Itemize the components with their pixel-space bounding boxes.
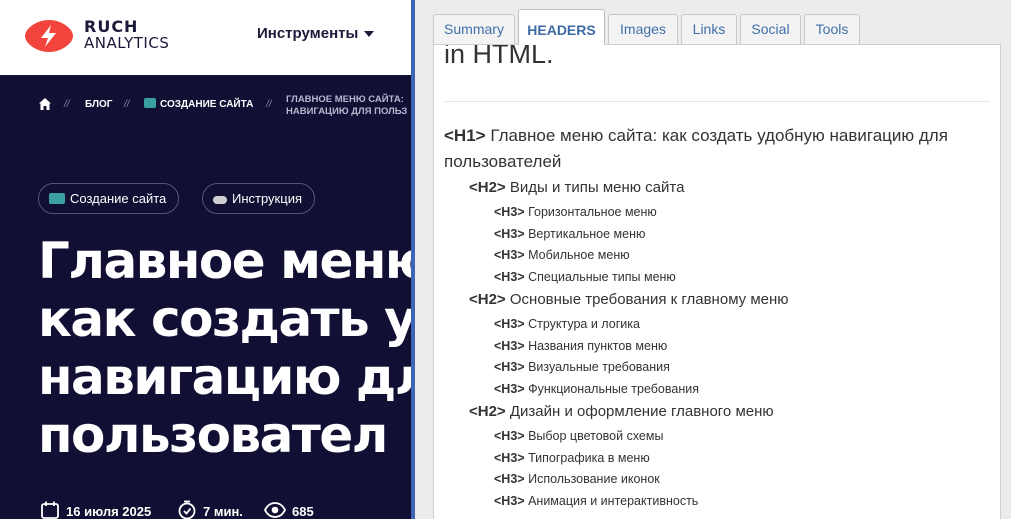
tag-label: Инструкция <box>232 191 302 206</box>
heading-h3[interactable]: <H3> Функциональные требования <box>494 380 699 398</box>
read-time: 7 мин. <box>177 500 243 519</box>
tab-tools[interactable]: Tools <box>804 14 860 44</box>
breadcrumb-blog[interactable]: БЛОГ <box>85 99 112 110</box>
breadcrumb-separator: // <box>64 99 70 110</box>
heading-tag: <H3> <box>494 270 525 284</box>
views-count: 685 <box>263 500 314 519</box>
heading-text: Структура и логика <box>528 317 640 331</box>
tab-social[interactable]: Social <box>740 14 801 44</box>
intro-text: in HTML. <box>444 44 554 69</box>
heading-tag: <H3> <box>494 382 525 396</box>
heading-text: Визуальные требования <box>528 360 670 374</box>
heading-text: Названия пунктов меню <box>528 339 668 353</box>
home-icon[interactable] <box>38 97 52 111</box>
breadcrumb-category[interactable]: СОЗДАНИЕ САЙТА <box>160 99 253 110</box>
publish-date: 16 июля 2025 <box>40 500 151 519</box>
eye-icon <box>263 502 287 518</box>
heading-h3[interactable]: <H3> Выбор цветовой схемы <box>494 427 663 445</box>
tab-summary[interactable]: Summary <box>433 14 515 44</box>
article-title: Главное меню как создать у навигацию дл … <box>38 232 411 464</box>
publish-date-text: 16 июля 2025 <box>66 504 152 519</box>
breadcrumb-current: ГЛАВНОЕ МЕНЮ САЙТА: НАВИГАЦИЮ ДЛЯ ПОЛЬЗ <box>286 94 411 118</box>
heading-text: Мобильное меню <box>528 248 630 262</box>
title-line: Главное меню <box>38 232 411 290</box>
heading-text: Виды и типы меню сайта <box>509 179 685 196</box>
laptop-emoji-icon <box>144 98 156 108</box>
calendar-icon <box>41 501 59 519</box>
heading-tag: <H3> <box>494 494 525 508</box>
heading-tag: <H2> <box>469 179 506 196</box>
heading-text: Главное меню сайта: как создать удобную … <box>444 126 948 171</box>
heading-h3[interactable]: <H3> Названия пунктов меню <box>494 337 667 355</box>
heading-text: Основные требования к главному меню <box>509 291 789 308</box>
heading-h3[interactable]: <H3> Структура и логика <box>494 315 640 333</box>
laptop-emoji-icon <box>49 193 65 204</box>
heading-text: Анимация и интерактивность <box>528 494 699 508</box>
title-line: пользовател <box>38 406 388 464</box>
logo-line2: ANALYTICS <box>84 34 170 52</box>
timer-icon <box>178 500 196 519</box>
read-time-text: 7 мин. <box>203 504 243 519</box>
tab-links[interactable]: Links <box>681 14 737 44</box>
heading-tag: <H3> <box>494 451 525 465</box>
heading-tag: <H3> <box>494 205 525 219</box>
site-header: RUСH ANALYTICS Инструменты <box>0 0 411 75</box>
logo-line1: RUСH <box>84 17 139 36</box>
breadcrumb: // БЛОГ // СОЗДАНИЕ САЙТА // ГЛАВНОЕ МЕН… <box>38 94 411 123</box>
heading-tag: <H3> <box>494 360 525 374</box>
website-page: RUСH ANALYTICS Инструменты // БЛОГ // СО… <box>0 0 411 519</box>
breadcrumb-separator: // <box>124 99 130 110</box>
heading-tag: <H3> <box>494 248 525 262</box>
content-divider <box>444 101 990 102</box>
heading-text: Использование иконок <box>528 472 660 486</box>
heading-text: Вертикальное меню <box>528 227 646 241</box>
heading-tag: <H3> <box>494 472 525 486</box>
tools-menu[interactable]: Инструменты <box>257 25 375 42</box>
heading-tag: <H3> <box>494 317 525 331</box>
heading-h3[interactable]: <H3> Типографика в меню <box>494 449 650 467</box>
heading-text: Горизонтальное меню <box>528 205 657 219</box>
heading-h3[interactable]: <H3> Мобильное меню <box>494 246 630 264</box>
title-line: как создать у <box>38 290 411 348</box>
lightning-logo-icon <box>25 20 73 52</box>
seo-extension-panel: Summary HEADERS Images Links Social Tool… <box>415 0 1011 519</box>
heading-tag: <H2> <box>469 291 506 308</box>
heading-h3[interactable]: <H3> Визуальные требования <box>494 358 670 376</box>
heading-text: Дизайн и оформление главного меню <box>509 403 774 420</box>
caret-down-icon <box>364 31 375 38</box>
heading-text: Типографика в меню <box>528 451 650 465</box>
heading-tag: <H3> <box>494 227 525 241</box>
tag-instruction[interactable]: Инструкция <box>202 183 315 214</box>
views-count-text: 685 <box>292 504 314 519</box>
heading-h2[interactable]: <H2> Дизайн и оформление главного меню <box>469 402 774 422</box>
heading-h3[interactable]: <H3> Анимация и интерактивность <box>494 492 698 510</box>
heading-h3[interactable]: <H3> Специальные типы меню <box>494 268 676 286</box>
breadcrumb-separator: // <box>266 99 272 110</box>
heading-h3[interactable]: <H3> Горизонтальное меню <box>494 203 657 221</box>
heading-tag: <H2> <box>469 403 506 420</box>
title-line: навигацию дл <box>38 348 411 406</box>
tools-menu-label: Инструменты <box>257 25 359 42</box>
heading-text: Специальные типы меню <box>528 270 676 284</box>
heading-h2[interactable]: <H2> Основные требования к главному меню <box>469 290 789 310</box>
heading-h3[interactable]: <H3> Использование иконок <box>494 470 660 488</box>
tab-headers[interactable]: HEADERS <box>518 9 605 45</box>
tag-site-creation[interactable]: Создание сайта <box>38 183 180 214</box>
heading-text: Выбор цветовой схемы <box>528 429 664 443</box>
tag-label: Создание сайта <box>70 191 167 206</box>
breadcrumb-current-line1: ГЛАВНОЕ МЕНЮ САЙТА: <box>286 94 404 105</box>
heading-tag: <H1> <box>444 126 486 145</box>
heading-h1[interactable]: <H1> Главное меню сайта: как создать удо… <box>444 123 984 175</box>
tab-images[interactable]: Images <box>608 14 678 44</box>
heading-tag: <H3> <box>494 429 525 443</box>
breadcrumb-current-line2: НАВИГАЦИЮ ДЛЯ ПОЛЬЗ <box>286 106 408 117</box>
heading-text: Функциональные требования <box>528 382 699 396</box>
heading-h3[interactable]: <H3> Вертикальное меню <box>494 225 645 243</box>
glasses-emoji-icon <box>213 196 227 204</box>
headers-content: in HTML. <H1> Главное меню сайта: как со… <box>433 44 1001 519</box>
rush-analytics-logo[interactable]: RUСH ANALYTICS <box>24 17 184 57</box>
heading-h2[interactable]: <H2> Виды и типы меню сайта <box>469 178 684 198</box>
heading-tag: <H3> <box>494 339 525 353</box>
